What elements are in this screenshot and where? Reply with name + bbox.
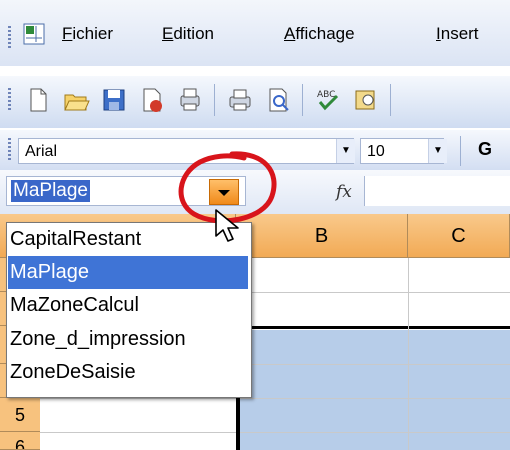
font-dropdown-arrow[interactable]: ▼ (336, 139, 355, 163)
new-icon[interactable] (24, 86, 52, 114)
menu-item-fichier[interactable]: Fichier (62, 24, 113, 44)
row-header-5[interactable]: 5 (0, 398, 40, 432)
print-preview-icon[interactable] (176, 86, 204, 114)
row-header-6[interactable]: 6 (0, 432, 40, 450)
list-item-mazonecalcul[interactable]: MaZoneCalcul (8, 289, 248, 322)
research-icon[interactable] (352, 86, 380, 114)
toolbar-separator (460, 136, 461, 166)
preview-icon[interactable] (264, 86, 292, 114)
row-gridline (40, 398, 510, 399)
font-size-dropdown-arrow[interactable]: ▼ (428, 139, 447, 163)
formula-input[interactable] (364, 176, 510, 206)
bold-button[interactable]: G (478, 139, 492, 160)
list-item-zone-d-impression[interactable]: Zone_d_impression (8, 323, 248, 356)
toolbar-grip[interactable] (8, 88, 11, 112)
font-name-value: Arial (25, 143, 58, 160)
column-gridline (408, 258, 409, 450)
format-grip[interactable] (8, 138, 11, 162)
menu-item-edition[interactable]: Edition (162, 24, 214, 44)
row-gridline (40, 432, 510, 433)
column-header-c[interactable]: C (408, 214, 510, 258)
list-item-maplage[interactable]: MaPlage (8, 256, 248, 289)
menu-item-insertion[interactable]: Insert (436, 24, 479, 44)
menu-grip[interactable] (8, 26, 11, 48)
print-icon[interactable] (226, 86, 254, 114)
mouse-cursor-icon (215, 209, 239, 242)
toolbar-separator (302, 84, 303, 116)
range-border-top (240, 326, 510, 329)
permission-icon[interactable] (138, 86, 166, 114)
open-icon[interactable] (62, 86, 90, 114)
name-box-value: MaPlage (11, 180, 90, 202)
font-size-value: 10 (367, 143, 385, 160)
spellcheck-icon[interactable]: ABC (314, 86, 342, 114)
menu-item-affichage[interactable]: Affichage (284, 24, 355, 44)
excel-app-icon[interactable] (22, 22, 46, 46)
list-item-zonedesaisie[interactable]: ZoneDeSaisie (8, 356, 248, 389)
toolbar-separator (390, 84, 391, 116)
save-icon[interactable] (100, 86, 128, 114)
toolbar-separator (214, 84, 215, 116)
insert-function-icon[interactable]: fx (336, 182, 352, 202)
